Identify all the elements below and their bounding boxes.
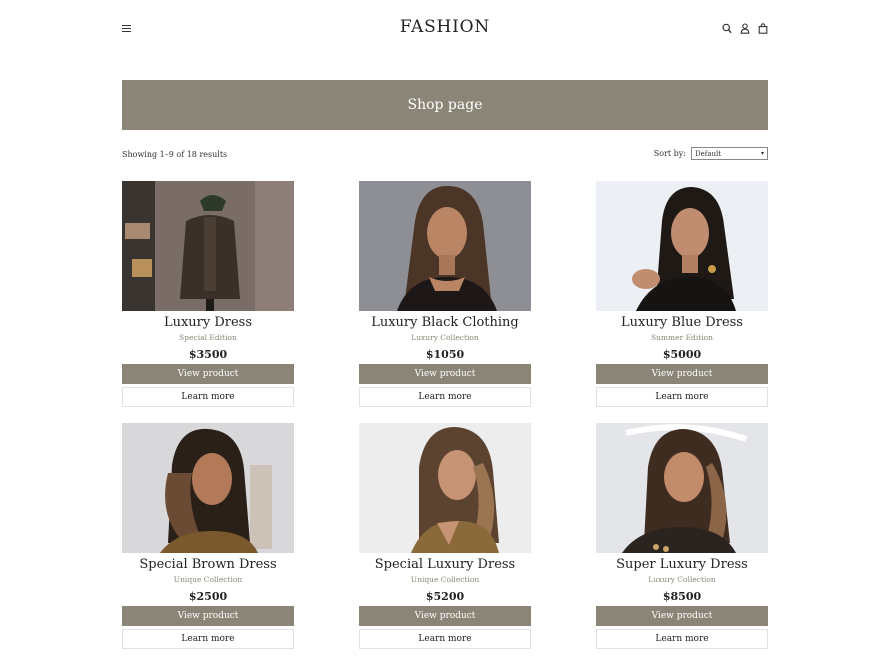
learn-more-button[interactable]: Learn more [359, 387, 531, 407]
product-price: $2500 [188, 590, 228, 603]
sort-value: Default [695, 149, 722, 158]
results-count: Showing 1–9 of 18 results [122, 150, 228, 159]
product-collection: Unique Collection [410, 575, 480, 584]
product-name[interactable]: Special Luxury Dress [359, 557, 531, 573]
product-name[interactable]: Super Luxury Dress [596, 557, 768, 573]
view-product-button[interactable]: View product [596, 364, 768, 384]
product-price: $1050 [425, 348, 465, 361]
page-banner: Shop page [122, 80, 768, 130]
product-image[interactable] [596, 423, 768, 553]
learn-more-button[interactable]: Learn more [122, 387, 294, 407]
user-icon[interactable] [740, 23, 750, 34]
product-image[interactable] [596, 181, 768, 311]
shop-toolbar: Showing 1–9 of 18 results Sort by: Defau… [122, 146, 768, 162]
view-product-button[interactable]: View product [122, 364, 294, 384]
product-image[interactable] [122, 181, 294, 311]
site-header: FASHION [122, 0, 768, 60]
product-image[interactable] [359, 181, 531, 311]
sort-control: Sort by: Default ▾ [654, 147, 768, 160]
product-price: $5200 [425, 590, 465, 603]
page-title: Shop page [407, 97, 483, 113]
sort-select[interactable]: Default ▾ [691, 147, 768, 160]
product-card: Super Luxury Dress Luxury Collection $85… [596, 423, 768, 649]
product-image[interactable] [122, 423, 294, 553]
product-card: Special Brown Dress Unique Collection $2… [122, 423, 294, 649]
product-name[interactable]: Luxury Dress [122, 315, 294, 331]
learn-more-button[interactable]: Learn more [122, 629, 294, 649]
product-collection: Summer Edition [650, 333, 714, 342]
product-card: Luxury Dress Special Edition $3500 View … [122, 181, 294, 407]
view-product-button[interactable]: View product [359, 364, 531, 384]
learn-more-button[interactable]: Learn more [596, 387, 768, 407]
product-price: $5000 [662, 348, 702, 361]
product-name[interactable]: Special Brown Dress [122, 557, 294, 573]
product-price: $8500 [662, 590, 702, 603]
product-name[interactable]: Luxury Black Clothing [359, 315, 531, 331]
product-card: Luxury Blue Dress Summer Edition $5000 V… [596, 181, 768, 407]
product-price: $3500 [188, 348, 228, 361]
view-product-button[interactable]: View product [359, 606, 531, 626]
sort-label: Sort by: [653, 149, 686, 158]
product-card: Luxury Black Clothing Luxury Collection … [359, 181, 531, 407]
brand-logo[interactable]: FASHION [122, 17, 768, 37]
learn-more-button[interactable]: Learn more [596, 629, 768, 649]
product-image[interactable] [359, 423, 531, 553]
product-collection: Unique Collection [173, 575, 243, 584]
view-product-button[interactable]: View product [596, 606, 768, 626]
header-icons [722, 23, 768, 34]
product-collection: Special Edition [179, 333, 237, 342]
learn-more-button[interactable]: Learn more [359, 629, 531, 649]
product-card: Special Luxury Dress Unique Collection $… [359, 423, 531, 649]
product-collection: Luxury Collection [411, 333, 479, 342]
product-collection: Luxury Collection [648, 575, 716, 584]
product-name[interactable]: Luxury Blue Dress [596, 315, 768, 331]
bag-icon[interactable] [758, 23, 768, 34]
view-product-button[interactable]: View product [122, 606, 294, 626]
chevron-down-icon: ▾ [760, 150, 764, 157]
search-icon[interactable] [722, 23, 732, 34]
